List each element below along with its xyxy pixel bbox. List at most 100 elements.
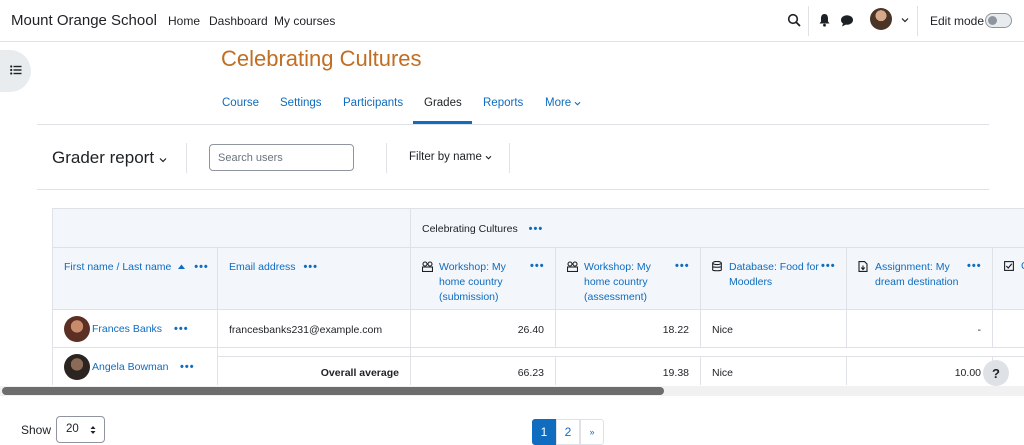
average-cell: 66.23: [411, 356, 556, 385]
edit-mode-toggle[interactable]: [985, 13, 1012, 28]
grader-table: Celebrating Cultures ••• First name / La…: [52, 208, 1024, 385]
column-menu-icon[interactable]: •••: [821, 260, 836, 272]
student-name-link[interactable]: Angela Bowman: [92, 361, 168, 373]
sort-asc-icon: [174, 261, 186, 273]
nav-dashboard[interactable]: Dashboard: [209, 14, 268, 28]
column-header-workshop-assessment: Workshop: My home country (assessment) •…: [556, 248, 701, 310]
table-row-name-cell: Angela Bowman •••: [53, 348, 218, 385]
header-spacer: [53, 209, 411, 248]
toolbar-separator: [186, 143, 187, 173]
sort-name-link[interactable]: First name / Last name: [64, 261, 171, 273]
chevron-down-icon[interactable]: [897, 12, 913, 28]
category-menu-icon[interactable]: •••: [529, 223, 544, 235]
grade-item-link[interactable]: Workshop: My home country (submission): [439, 260, 529, 305]
tab-grades[interactable]: Grades: [424, 97, 462, 109]
list-icon: [9, 62, 22, 80]
average-cell: Nice: [701, 356, 847, 385]
student-email: francesbanks231@example.com: [229, 324, 383, 336]
chevron-down-icon: [574, 97, 581, 109]
column-menu-icon[interactable]: •••: [675, 260, 690, 272]
average-cell: 19.38: [556, 356, 701, 385]
database-icon: [712, 260, 722, 275]
grade-value: 18.22: [662, 324, 689, 336]
scrollbar-thumb[interactable]: [2, 387, 664, 395]
search-users-input[interactable]: [209, 144, 354, 171]
workshop-icon: [421, 261, 434, 275]
grade-item-link[interactable]: Database: Food for Moodlers: [729, 260, 819, 290]
table-row-name-cell: Frances Banks •••: [53, 310, 218, 348]
page-size-value: 20: [66, 423, 79, 435]
grade-value: 26.40: [517, 324, 544, 336]
page-size-select[interactable]: 20: [56, 416, 105, 443]
tab-more[interactable]: More: [545, 97, 581, 109]
assignment-icon: [858, 261, 868, 275]
next-page-link[interactable]: »: [580, 419, 604, 445]
column-header-name: First name / Last name •••: [53, 248, 218, 310]
column-header-truncated: C: [993, 248, 1024, 310]
grade-value: -: [977, 324, 982, 336]
column-menu-icon[interactable]: •••: [530, 260, 545, 272]
column-header-database: Database: Food for Moodlers •••: [701, 248, 847, 310]
site-brand[interactable]: Mount Orange School: [11, 12, 157, 29]
toolbar-separator: [386, 143, 387, 173]
nav-home[interactable]: Home: [168, 14, 200, 28]
checkbox-icon: [1004, 261, 1014, 274]
grade-cell[interactable]: Nice: [701, 310, 847, 348]
toolbar-separator: [509, 143, 510, 173]
sort-email-link[interactable]: Email address: [229, 261, 296, 273]
page-title: Celebrating Cultures: [221, 46, 422, 71]
grade-cell[interactable]: -: [847, 310, 993, 348]
page-link-2[interactable]: 2: [556, 419, 580, 445]
nav-my-courses[interactable]: My courses: [274, 14, 335, 28]
report-selector[interactable]: Grader report: [52, 148, 167, 168]
overall-average-label-cell: Overall average: [218, 356, 411, 385]
student-name-link[interactable]: Frances Banks: [92, 323, 162, 335]
column-menu-icon[interactable]: •••: [194, 261, 209, 273]
avatar[interactable]: [64, 316, 90, 342]
average-value: 19.38: [662, 367, 689, 379]
column-header-assignment: Assignment: My dream destination •••: [847, 248, 993, 310]
tab-participants[interactable]: Participants: [343, 97, 403, 109]
top-navbar: Mount Orange School Home Dashboard My co…: [0, 0, 1024, 42]
avatar[interactable]: [64, 354, 90, 380]
tab-settings[interactable]: Settings: [280, 97, 322, 109]
bell-icon[interactable]: [816, 12, 832, 28]
average-value: Nice: [712, 367, 734, 379]
edit-mode-label: Edit mode: [930, 14, 985, 28]
table-row-grade-cells: [411, 348, 1024, 356]
chat-icon[interactable]: [839, 12, 855, 28]
divider: [37, 189, 989, 190]
grade-cell[interactable]: [993, 310, 1024, 348]
chevron-down-icon: [485, 151, 492, 163]
user-avatar[interactable]: [870, 8, 892, 30]
help-button[interactable]: ?: [983, 360, 1009, 386]
tab-reports[interactable]: Reports: [483, 97, 523, 109]
search-icon[interactable]: [786, 12, 802, 28]
average-cell: 10.00: [847, 356, 993, 385]
filter-label: Filter by name: [409, 151, 482, 163]
grade-item-link[interactable]: Assignment: My dream destination: [875, 260, 965, 290]
column-menu-icon[interactable]: •••: [303, 261, 318, 273]
page-link-1[interactable]: 1: [532, 419, 556, 445]
overall-average-label: Overall average: [320, 367, 399, 379]
average-value: 66.23: [517, 367, 544, 379]
filter-by-name-button[interactable]: Filter by name: [409, 151, 492, 163]
navbar-separator: [808, 6, 809, 36]
show-label: Show: [21, 423, 52, 437]
course-index-drawer-button[interactable]: [0, 50, 31, 92]
tab-course[interactable]: Course: [222, 97, 259, 109]
grade-item-link[interactable]: Workshop: My home country (assessment): [584, 260, 674, 305]
grade-cell[interactable]: 18.22: [556, 310, 701, 348]
student-menu-icon[interactable]: •••: [174, 323, 189, 335]
column-menu-icon[interactable]: •••: [967, 260, 982, 272]
sort-updown-icon: [90, 425, 96, 438]
table-row-email-cell: francesbanks231@example.com: [218, 310, 411, 348]
column-header-email: Email address •••: [218, 248, 411, 310]
workshop-icon: [566, 261, 579, 275]
table-row-email-cell: [218, 348, 411, 356]
grade-cell[interactable]: 26.40: [411, 310, 556, 348]
category-header: Celebrating Cultures •••: [411, 209, 1024, 248]
report-selector-label: Grader report: [52, 148, 155, 167]
student-menu-icon[interactable]: •••: [180, 361, 195, 373]
chevron-down-icon: [159, 148, 167, 167]
